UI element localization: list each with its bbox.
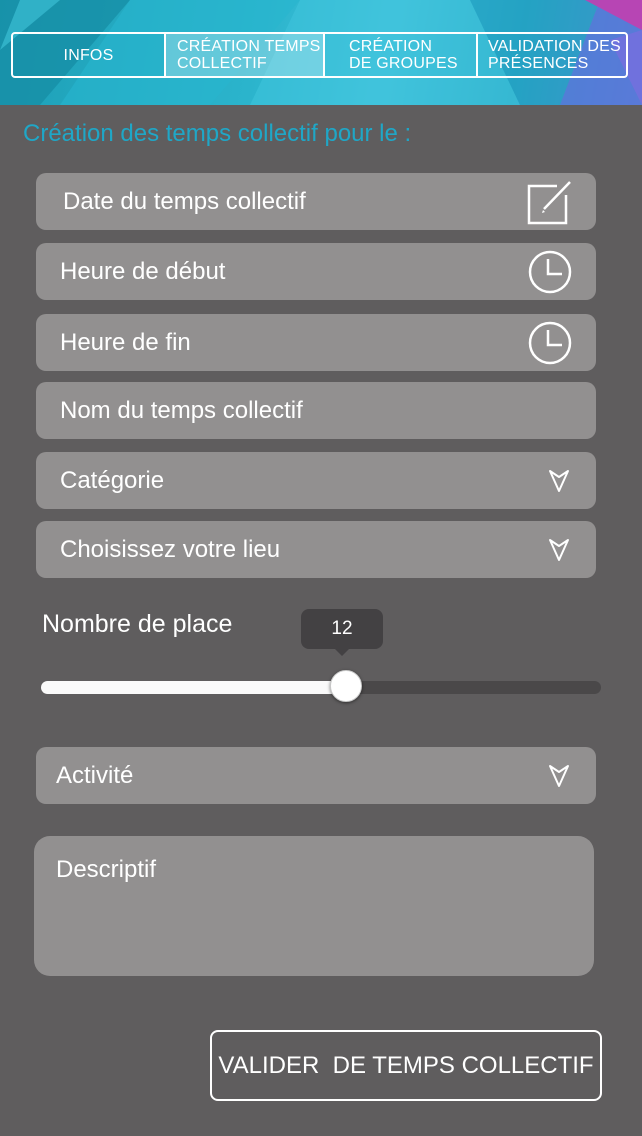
tab-creation-temps-collectif[interactable]: CRÉATION TEMPS COLLECTIF: [166, 34, 325, 76]
tab-infos[interactable]: INFOS: [13, 34, 166, 76]
seats-value-tooltip: 12: [301, 609, 383, 656]
submit-button-label: VALIDER DE TEMPS COLLECTIF: [218, 1051, 594, 1079]
description-placeholder: Descriptif: [56, 856, 157, 883]
chevron-down-icon: [548, 537, 570, 563]
end-time-field[interactable]: Heure de fin: [36, 314, 596, 371]
date-field[interactable]: Date du temps collectif: [36, 173, 596, 230]
seats-label: Nombre de place: [42, 610, 233, 638]
place-select[interactable]: Choisissez votre lieu: [36, 521, 596, 578]
chevron-down-icon: [548, 468, 570, 494]
seats-slider-track[interactable]: [41, 681, 601, 694]
tab-label: CRÉATION TEMPS COLLECTIF: [177, 38, 321, 72]
activity-label: Activité: [56, 761, 134, 789]
tab-bar: INFOS CRÉATION TEMPS COLLECTIF CRÉATION …: [11, 32, 628, 78]
clock-icon: [528, 321, 572, 365]
seats-slider-thumb[interactable]: [330, 670, 363, 702]
tab-label: CRÉATION DE GROUPES: [349, 38, 458, 72]
description-textarea[interactable]: Descriptif: [34, 836, 594, 976]
place-label: Choisissez votre lieu: [60, 535, 281, 563]
submit-button[interactable]: VALIDER DE TEMPS COLLECTIF: [210, 1030, 602, 1101]
category-select[interactable]: Catégorie: [36, 452, 596, 509]
activity-select[interactable]: Activité: [36, 747, 596, 804]
tab-creation-groupes[interactable]: CRÉATION DE GROUPES: [325, 34, 478, 76]
tab-label: INFOS: [63, 46, 114, 64]
name-field[interactable]: Nom du temps collectif: [36, 382, 596, 439]
form-title: Création des temps collectif pour le :: [23, 120, 412, 147]
seats-value: 12: [331, 618, 353, 639]
end-time-label: Heure de fin: [60, 328, 191, 356]
seats-slider-fill: [41, 681, 347, 694]
name-field-label: Nom du temps collectif: [60, 396, 303, 424]
category-label: Catégorie: [60, 466, 165, 494]
clock-icon: [528, 250, 572, 294]
start-time-label: Heure de début: [60, 257, 226, 285]
chevron-down-icon: [548, 763, 570, 789]
edit-icon: [526, 179, 572, 225]
date-field-label: Date du temps collectif: [63, 187, 306, 215]
tab-label: VALIDATION DES PRÉSENCES: [488, 38, 621, 72]
start-time-field[interactable]: Heure de début: [36, 243, 596, 300]
tab-validation-presences[interactable]: VALIDATION DES PRÉSENCES: [478, 34, 626, 76]
